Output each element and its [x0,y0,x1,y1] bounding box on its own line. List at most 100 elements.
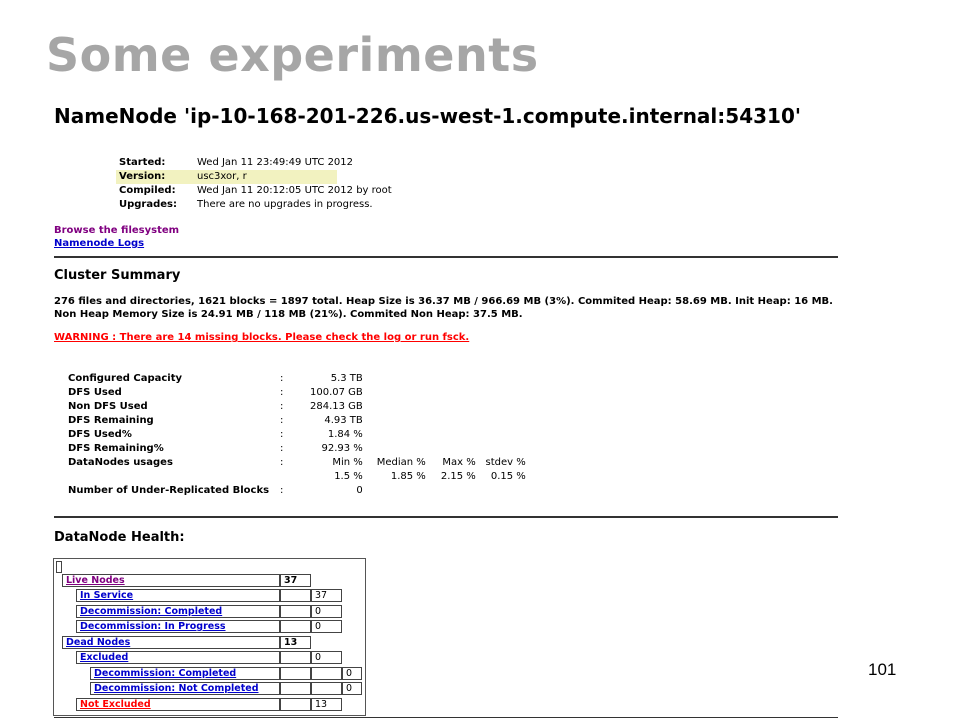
excl-decom-completed-cell[interactable]: Decommission: Completed [90,667,280,680]
not-excluded-count: 13 [311,698,342,711]
in-service-link[interactable]: In Service [80,590,133,601]
missing-blocks-warning-link[interactable]: WARNING : There are 14 missing blocks. P… [54,332,469,343]
decom-completed-cell[interactable]: Decommission: Completed [76,605,280,618]
stats-row: Configured Capacity : 5.3 TB [68,372,526,386]
expand-checkbox[interactable] [56,561,62,573]
dead-nodes-link[interactable]: Dead Nodes [66,637,130,648]
excluded-cell[interactable]: Excluded [76,651,280,664]
stat-value: 100.07 GB [310,387,363,398]
stat-key: DFS Remaining [68,415,154,426]
live-nodes-count: 37 [280,574,311,587]
usage-value: 1.5 % [334,471,363,482]
empty-cell [311,667,342,680]
cluster-summary-heading: Cluster Summary [54,268,181,283]
cluster-stats-table: Configured Capacity : 5.3 TB DFS Used : … [68,372,526,498]
info-row-started: Started: Wed Jan 11 23:49:49 UTC 2012 [116,156,392,170]
info-key: Compiled: [119,185,176,196]
live-nodes-cell[interactable]: Live Nodes [62,574,280,587]
summary-line-1: 276 files and directories, 1621 blocks =… [54,296,833,307]
decom-in-progress-link[interactable]: Decommission: In Progress [80,621,226,632]
namenode-info-table: Started: Wed Jan 11 23:49:49 UTC 2012 Ve… [116,156,392,212]
stat-colon: : [280,457,284,468]
stats-row-usages-header: DataNodes usages : Min % Median % Max % … [68,456,526,470]
page-number: 101 [868,660,897,679]
usage-header: Median % [376,457,426,468]
usage-header: stdev % [485,457,526,468]
info-value: Wed Jan 11 23:49:49 UTC 2012 [197,157,354,168]
slide-title: Some experiments [46,28,539,82]
usage-value: 1.85 % [390,471,426,482]
excl-decom-completed-count: 0 [342,667,362,680]
excluded-link[interactable]: Excluded [80,652,128,663]
stat-key: DFS Remaining% [68,443,164,454]
usage-header: Max % [442,457,476,468]
namenode-title: NameNode 'ip-10-168-201-226.us-west-1.co… [54,104,801,128]
summary-line-2: Non Heap Memory Size is 24.91 MB / 118 M… [54,309,523,320]
stat-value: 5.3 TB [330,373,363,384]
empty-cell [280,667,311,680]
divider [54,717,838,718]
divider [54,516,838,518]
stat-colon: : [280,429,284,440]
stat-value: 1.84 % [327,429,363,440]
info-value: There are no upgrades in progress. [197,199,373,210]
stat-key: DataNodes usages [68,457,173,468]
empty-cell [280,605,311,618]
stat-key: Configured Capacity [68,373,183,384]
info-row-upgrades: Upgrades: There are no upgrades in progr… [116,198,392,212]
stats-row: Number of Under-Replicated Blocks : 0 [68,484,526,498]
decom-in-progress-cell[interactable]: Decommission: In Progress [76,620,280,633]
stat-key: Number of Under-Replicated Blocks [68,485,270,496]
not-excluded-link[interactable]: Not Excluded [80,699,151,710]
excl-decom-not-completed-cell[interactable]: Decommission: Not Completed [90,682,280,695]
info-row-version: Version: usc3xor, r [116,170,392,184]
excl-decom-completed-link[interactable]: Decommission: Completed [94,668,236,679]
datanode-health-heading: DataNode Health: [54,530,185,545]
stat-key: DFS Used% [68,429,132,440]
usage-value: 0.15 % [490,471,526,482]
stat-colon: : [280,443,284,454]
decom-in-progress-count: 0 [311,620,342,633]
empty-cell [280,589,311,602]
stats-row: DFS Used% : 1.84 % [68,428,526,442]
info-key: Started: [119,157,166,168]
excluded-count: 0 [311,651,342,664]
stat-colon: : [280,401,284,412]
info-key: Upgrades: [119,199,178,210]
excl-decom-not-completed-link[interactable]: Decommission: Not Completed [94,683,259,694]
in-service-cell[interactable]: In Service [76,589,280,602]
dead-nodes-count: 13 [280,636,311,649]
stats-row: DFS Used : 100.07 GB [68,386,526,400]
stat-key: DFS Used [68,387,122,398]
stat-value: 0 [356,485,363,496]
cluster-summary-text: 276 files and directories, 1621 blocks =… [54,295,844,321]
info-key: Version: [116,170,197,184]
browse-filesystem-link[interactable]: Browse the filesystem [54,225,179,236]
excl-decom-not-completed-count: 0 [342,682,362,695]
not-excluded-cell[interactable]: Not Excluded [76,698,280,711]
decom-completed-link[interactable]: Decommission: Completed [80,606,222,617]
stats-row: DFS Remaining : 4.93 TB [68,414,526,428]
stat-colon: : [280,415,284,426]
decom-completed-count: 0 [311,605,342,618]
stat-colon: : [280,373,284,384]
stat-value: 284.13 GB [310,401,363,412]
empty-cell [311,682,342,695]
info-value: usc3xor, r [197,170,392,184]
info-value: Wed Jan 11 20:12:05 UTC 2012 by root [197,185,392,196]
live-nodes-link[interactable]: Live Nodes [66,575,125,586]
stat-value: 92.93 % [321,443,363,454]
stats-row: DFS Remaining% : 92.93 % [68,442,526,456]
stat-colon: : [280,485,284,496]
dead-nodes-cell[interactable]: Dead Nodes [62,636,280,649]
empty-cell [280,620,311,633]
divider [54,256,838,258]
stat-key: Non DFS Used [68,401,148,412]
usage-value: 2.15 % [440,471,476,482]
namenode-screenshot: NameNode 'ip-10-168-201-226.us-west-1.co… [46,96,846,720]
empty-cell [280,651,311,664]
stats-row-usages-values: 1.5 % 1.85 % 2.15 % 0.15 % [68,470,526,484]
datanode-health-table: Live Nodes 37 In Service 37 Decommission… [53,558,366,716]
stats-row: Non DFS Used : 284.13 GB [68,400,526,414]
namenode-logs-link[interactable]: Namenode Logs [54,238,144,249]
